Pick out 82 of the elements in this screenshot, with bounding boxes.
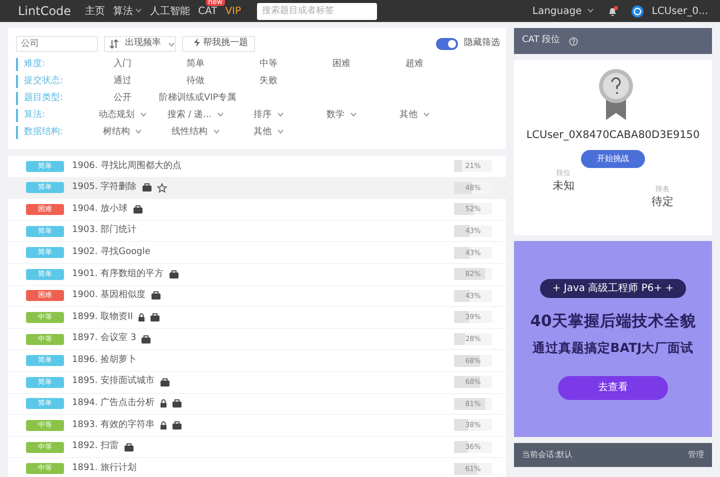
filter-option[interactable]: 搜索 / 递... (159, 108, 232, 122)
ad-tag: + Java 高级工程师 P6+ + (540, 278, 686, 298)
nav-link[interactable]: 主页 (85, 4, 106, 18)
filter-option[interactable]: 通过 (86, 74, 159, 88)
sort-select[interactable]: 出现频率 (104, 36, 176, 52)
problem-title[interactable]: 1901. 有序数组的平方 (72, 268, 164, 282)
nav-link[interactable]: 算法 (113, 4, 142, 18)
manage-link[interactable]: 管理 (688, 449, 704, 461)
filter-option[interactable]: 线性结构 (159, 126, 232, 140)
filter-option[interactable]: 公开 (86, 92, 159, 106)
bell-icon[interactable] (606, 6, 618, 16)
stat-value: 未知 (552, 178, 574, 194)
caret-icon (168, 42, 175, 46)
filter-label: 提交状态: (16, 74, 86, 88)
nav-link[interactable]: CAT (198, 6, 218, 16)
problem-title[interactable]: 1895. 安排面试城市 (72, 375, 155, 389)
sort-icon (109, 39, 119, 49)
filter-option[interactable]: 其他 (232, 126, 305, 140)
problem-title[interactable]: 1896. 捡胡萝卜 (72, 354, 137, 368)
problem-title[interactable]: 1902. 寻找Google (72, 246, 150, 260)
problem-title[interactable]: 1894. 广告点击分析 (72, 397, 155, 411)
caret-icon (216, 112, 224, 117)
ad-banner[interactable]: + Java 高级工程师 P6+ + 40天掌握后端技术全貌 通过真题搞定BATJ大厂面试 去查看 (514, 241, 712, 437)
problem-title[interactable]: 1900. 基因相似度 (72, 289, 146, 303)
filter-label: 算法: (16, 108, 86, 122)
session-label: 当前会话:默认 (522, 449, 573, 461)
nav-link[interactable]: 人工智能 (150, 4, 190, 18)
view-button[interactable]: 去查看 (558, 376, 668, 400)
problem-title[interactable]: 1892. 扫雷 (72, 440, 119, 454)
problem-title[interactable]: 1904. 放小球 (72, 202, 128, 216)
filter-label: 难度: (16, 58, 86, 72)
caret-icon (135, 128, 142, 134)
problem-title[interactable]: 1899. 取物资II (72, 310, 133, 324)
panel-title: CAT 段位 (522, 34, 560, 48)
caret-icon (586, 8, 594, 14)
filter-option[interactable]: 待做 (159, 74, 232, 88)
nav-link[interactable]: VIP (225, 4, 242, 18)
filter-option[interactable]: 阶梯训练或VIP专属 (159, 92, 236, 106)
filter-option[interactable]: 简单 (159, 58, 232, 72)
ad-subline: 通过真题搞定BATJ大厂面试 (532, 338, 694, 357)
search-field[interactable]: 搜索题目或者标签 (257, 2, 378, 20)
info-icon (569, 36, 578, 46)
filter-option[interactable]: 困难 (305, 58, 378, 72)
medal-icon (598, 68, 634, 120)
filter-option[interactable]: 数学 (305, 108, 378, 122)
problem-title[interactable]: 1893. 有效的字符串 (72, 418, 155, 432)
filter-option[interactable]: 中等 (232, 58, 305, 72)
ad-headline: 40天掌握后端技术全貌 (530, 310, 696, 332)
start-challenge-button[interactable]: 开始挑战 (581, 150, 645, 168)
filter-option[interactable]: 失败 (232, 74, 305, 88)
caret-icon (276, 128, 284, 134)
caret-icon (422, 112, 430, 117)
toggle-switch[interactable] (436, 38, 458, 50)
user-name[interactable]: LCUser_0... (652, 4, 708, 18)
filter-label: 数据结构: (16, 126, 86, 140)
problem-title[interactable]: 1905. 字符删除 (72, 181, 137, 195)
toggle-label: 隐藏筛选 (464, 37, 500, 50)
problem-title[interactable]: 1897. 会议室 3 (72, 332, 136, 346)
filter-option[interactable]: 其他 (378, 108, 451, 122)
problem-title[interactable]: 1903. 部门统计 (72, 224, 137, 238)
user-name: LCUser_0X8470CABA80D3E9150 (526, 128, 700, 143)
problem-title[interactable]: 1891. 旅行计划 (72, 462, 137, 476)
filter-option[interactable]: 树结构 (86, 126, 159, 140)
pick-problem-button[interactable]: 帮我挑一题 (182, 36, 255, 52)
filter-option[interactable]: 超难 (378, 58, 451, 72)
filter-option[interactable]: 排序 (232, 108, 305, 122)
company-field[interactable]: 公司 (16, 36, 98, 52)
problem-title[interactable]: 1906. 寻找比周围都大的点 (72, 160, 182, 174)
caret-icon (276, 112, 284, 117)
stat-value: 待定 (652, 194, 674, 210)
filter-option[interactable]: 入门 (86, 58, 159, 72)
logo[interactable]: LintCode (18, 2, 72, 20)
filter-label: 题目类型: (16, 92, 86, 106)
lightning-icon (194, 38, 200, 48)
avatar-icon (630, 4, 644, 18)
filter-option[interactable]: 动态规划 (86, 108, 159, 122)
caret-icon (212, 128, 220, 134)
caret-icon (140, 112, 146, 117)
caret-icon (350, 112, 356, 117)
language-menu[interactable]: Language (532, 4, 594, 18)
caret-icon (135, 8, 142, 14)
star-icon[interactable] (156, 182, 167, 193)
